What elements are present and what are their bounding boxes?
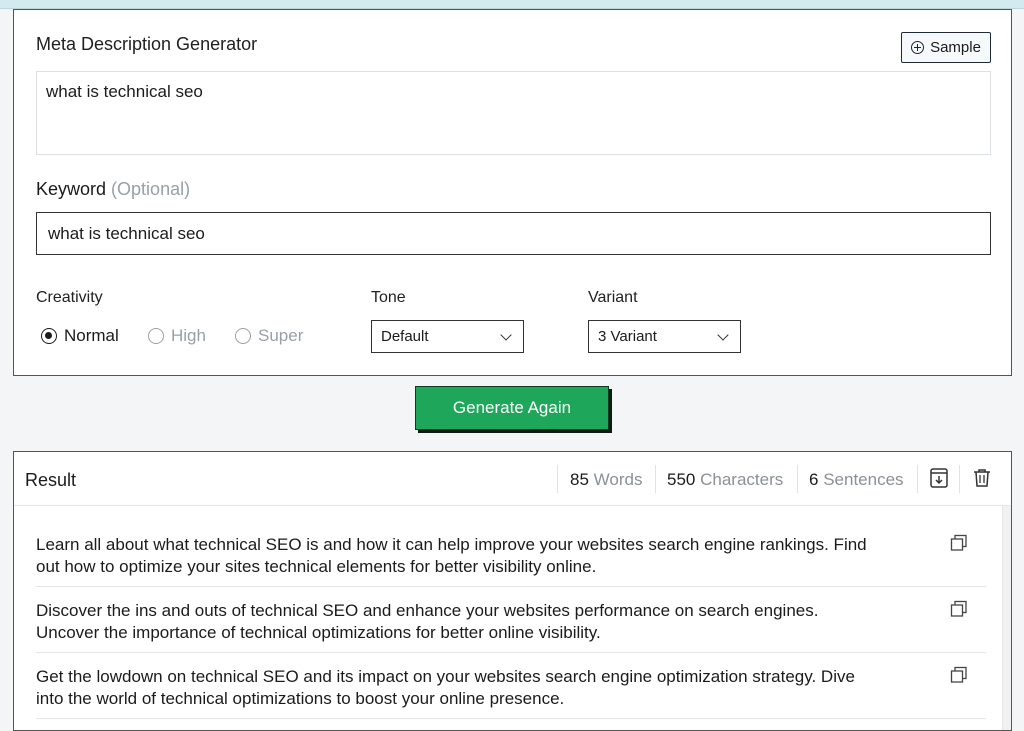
tone-select[interactable]: Default [371, 320, 524, 353]
generator-card: Meta Description Generator Sample what i… [13, 9, 1012, 376]
top-band [0, 0, 1024, 9]
creativity-label: Creativity [36, 289, 103, 306]
page-title: Meta Description Generator [36, 34, 258, 54]
divider [557, 465, 558, 493]
creativity-radio-normal[interactable]: Normal [41, 326, 119, 346]
sample-button[interactable]: Sample [901, 32, 991, 63]
radio-label-high: High [171, 326, 206, 345]
tone-label: Tone [371, 289, 406, 306]
generate-again-button[interactable]: Generate Again [415, 386, 609, 430]
result-text-line: into the world of technical optimization… [36, 689, 565, 708]
word-count: 85 Words [570, 470, 642, 490]
scrollbar[interactable] [1002, 506, 1011, 730]
character-count-unit: Characters [700, 470, 784, 489]
result-header: Result 85 Words 550 Characters 6 Sentenc… [14, 452, 1011, 506]
list-item: Get the lowdown on technical SEO and its… [36, 666, 986, 719]
result-text-line: Get the lowdown on technical SEO and its… [36, 667, 855, 686]
keyword-input[interactable]: what is technical seo [36, 212, 991, 255]
download-button[interactable] [928, 466, 950, 490]
download-icon [930, 468, 948, 488]
copy-icon[interactable] [950, 534, 968, 552]
radio-dot [148, 328, 164, 344]
delete-button[interactable] [971, 466, 993, 490]
divider [797, 465, 798, 493]
keyword-label: Keyword (Optional) [36, 179, 190, 200]
chevron-down-icon [500, 328, 512, 341]
variant-select[interactable]: 3 Variant [588, 320, 741, 353]
chevron-down-icon [717, 328, 729, 341]
radio-label-normal: Normal [64, 326, 119, 345]
word-count-unit: Words [593, 470, 643, 489]
divider [917, 465, 918, 493]
tone-select-value: Default [381, 328, 429, 345]
word-count-value: 85 [570, 470, 589, 489]
plus-circle-icon [911, 41, 925, 54]
creativity-radio-high[interactable]: High [148, 326, 206, 346]
copy-icon[interactable] [950, 666, 968, 684]
radio-label-super: Super [258, 326, 304, 345]
creativity-radio-super[interactable]: Super [235, 326, 303, 346]
variant-select-value: 3 Variant [598, 328, 657, 345]
result-text-line: Uncover the importance of technical opti… [36, 623, 601, 642]
list-item: Discover the ins and outs of technical S… [36, 600, 986, 653]
divider [959, 465, 960, 493]
result-card: Result 85 Words 550 Characters 6 Sentenc… [13, 451, 1012, 731]
result-text-line: out how to optimize your sites technical… [36, 557, 597, 576]
character-count: 550 Characters [667, 470, 783, 490]
radio-dot [235, 328, 251, 344]
divider [655, 465, 656, 493]
sample-button-label: Sample [930, 39, 981, 56]
copy-icon[interactable] [950, 600, 968, 618]
trash-icon [974, 469, 990, 487]
list-item: Learn all about what technical SEO is an… [36, 534, 986, 587]
result-title: Result [25, 470, 77, 490]
result-text-line: Learn all about what technical SEO is an… [36, 535, 867, 554]
result-text: Discover the ins and outs of technical S… [36, 600, 941, 644]
result-text-line: Discover the ins and outs of technical S… [36, 601, 819, 620]
result-text: Learn all about what technical SEO is an… [36, 534, 941, 578]
keyword-optional-hint: (Optional) [111, 179, 191, 199]
sentence-count-value: 6 [809, 470, 819, 489]
sentence-count: 6 Sentences [809, 470, 904, 490]
result-text: Get the lowdown on technical SEO and its… [36, 666, 941, 710]
radio-dot [41, 328, 57, 344]
keyword-label-text: Keyword [36, 179, 107, 199]
variant-label: Variant [588, 289, 638, 306]
sentence-count-unit: Sentences [823, 470, 904, 489]
topic-textarea[interactable]: what is technical seo [36, 71, 991, 155]
character-count-value: 550 [667, 470, 696, 489]
